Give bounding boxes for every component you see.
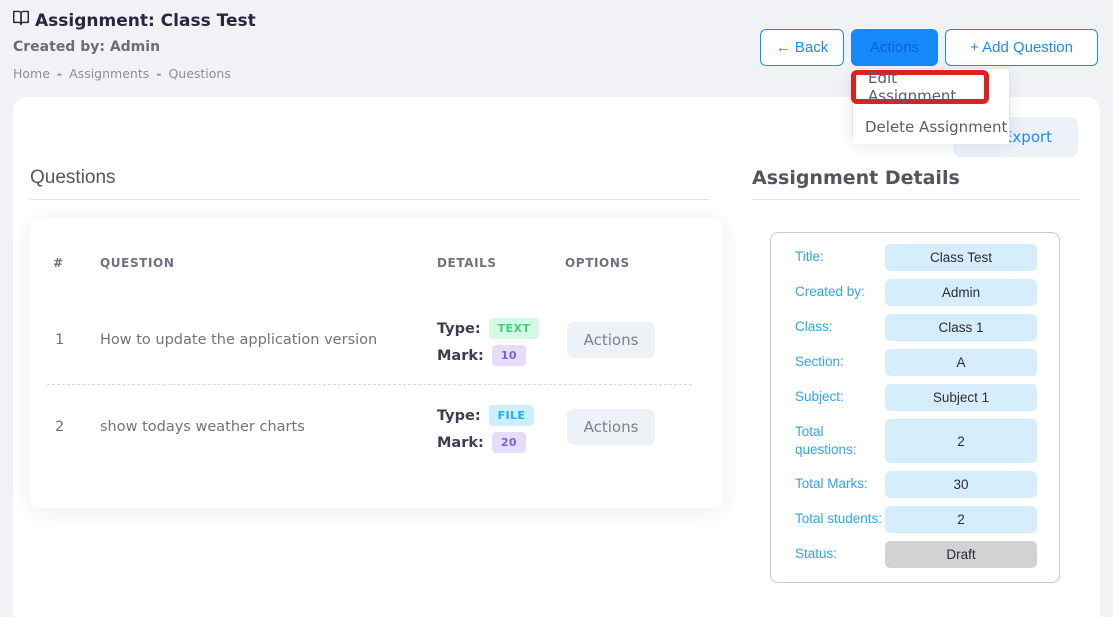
detail-label: Subject: bbox=[795, 388, 885, 406]
breadcrumb: Home - Assignments - Questions bbox=[13, 66, 231, 81]
detail-label: Class: bbox=[795, 318, 885, 336]
open-book-icon bbox=[12, 10, 30, 31]
mark-label: Mark: bbox=[437, 435, 484, 451]
mark-badge: 20 bbox=[492, 432, 526, 453]
breadcrumb-assignments[interactable]: Assignments bbox=[69, 66, 149, 81]
column-header-question: QUESTION bbox=[100, 256, 174, 270]
detail-row-created-by: Created by: Admin bbox=[795, 279, 1037, 306]
detail-row-status: Status: Draft bbox=[795, 541, 1037, 568]
breadcrumb-home[interactable]: Home bbox=[13, 66, 50, 81]
detail-label: Total questions: bbox=[795, 423, 885, 459]
detail-label: Total students: bbox=[795, 510, 885, 528]
mark-badge: 10 bbox=[492, 345, 526, 366]
question-row-details: Type: TEXT Mark: 10 bbox=[437, 318, 539, 366]
detail-label: Created by: bbox=[795, 283, 885, 301]
detail-label: Section: bbox=[795, 353, 885, 371]
detail-row-total-marks: Total Marks: 30 bbox=[795, 471, 1037, 498]
page-title: Assignment: Class Test bbox=[12, 10, 256, 31]
actions-dropdown-menu: Edit Assignment Delete Assignment bbox=[852, 68, 1010, 139]
breadcrumb-separator: - bbox=[156, 66, 161, 81]
question-row-number: 1 bbox=[55, 332, 64, 348]
detail-row-subject: Subject: Subject 1 bbox=[795, 384, 1037, 411]
detail-row-section: Section: A bbox=[795, 349, 1037, 376]
questions-divider bbox=[30, 199, 710, 200]
export-label: Export bbox=[1003, 128, 1052, 146]
detail-row-title: Title: Class Test bbox=[795, 244, 1037, 271]
question-row-number: 2 bbox=[55, 419, 64, 435]
detail-label: Title: bbox=[795, 248, 885, 266]
page-title-text: Assignment: Class Test bbox=[35, 11, 256, 31]
detail-row-class: Class: Class 1 bbox=[795, 314, 1037, 341]
question-row-details: Type: FILE Mark: 20 bbox=[437, 405, 534, 453]
detail-value: Subject 1 bbox=[885, 384, 1037, 411]
type-badge: FILE bbox=[489, 405, 535, 426]
assignment-page: Assignment: Class Test Created by: Admin… bbox=[0, 0, 1113, 609]
type-badge: TEXT bbox=[489, 318, 540, 339]
type-label: Type: bbox=[437, 408, 481, 424]
detail-row-total-questions: Total questions: 2 bbox=[795, 419, 1037, 463]
details-divider bbox=[752, 199, 1080, 200]
actions-button[interactable]: Actions bbox=[851, 29, 938, 66]
mark-label: Mark: bbox=[437, 348, 484, 364]
detail-row-total-students: Total students: 2 bbox=[795, 506, 1037, 533]
question-row-text: show todays weather charts bbox=[100, 419, 305, 435]
back-button[interactable]: ← Back bbox=[760, 29, 844, 66]
created-by-text: Created by: Admin bbox=[13, 39, 160, 55]
detail-value: 2 bbox=[885, 419, 1037, 463]
row-divider bbox=[47, 384, 692, 385]
column-header-options: OPTIONS bbox=[565, 256, 630, 270]
detail-label: Total Marks: bbox=[795, 475, 885, 493]
type-label: Type: bbox=[437, 321, 481, 337]
column-header-details: DETAILS bbox=[437, 256, 497, 270]
row-actions-button[interactable]: Actions bbox=[567, 322, 655, 358]
detail-value: Class 1 bbox=[885, 314, 1037, 341]
edit-assignment-highlight: Edit Assignment bbox=[851, 70, 989, 104]
detail-value: Class Test bbox=[885, 244, 1037, 271]
column-header-number: # bbox=[53, 256, 64, 270]
detail-value: Admin bbox=[885, 279, 1037, 306]
breadcrumb-separator: - bbox=[57, 66, 62, 81]
row-actions-button[interactable]: Actions bbox=[567, 409, 655, 445]
detail-value: A bbox=[885, 349, 1037, 376]
status-badge: Draft bbox=[885, 541, 1037, 568]
assignment-details-card: Title: Class Test Created by: Admin Clas… bbox=[770, 232, 1060, 583]
question-row-text: How to update the application version bbox=[100, 332, 377, 348]
detail-label: Status: bbox=[795, 545, 885, 563]
detail-value: 2 bbox=[885, 506, 1037, 533]
questions-heading: Questions bbox=[30, 167, 116, 189]
breadcrumb-questions: Questions bbox=[168, 66, 230, 81]
add-question-button[interactable]: + Add Question bbox=[945, 29, 1098, 66]
assignment-details-heading: Assignment Details bbox=[752, 167, 960, 189]
menu-item-edit-assignment[interactable]: Edit Assignment bbox=[856, 75, 984, 99]
detail-value: 30 bbox=[885, 471, 1037, 498]
menu-item-delete-assignment[interactable]: Delete Assignment bbox=[853, 109, 1009, 144]
